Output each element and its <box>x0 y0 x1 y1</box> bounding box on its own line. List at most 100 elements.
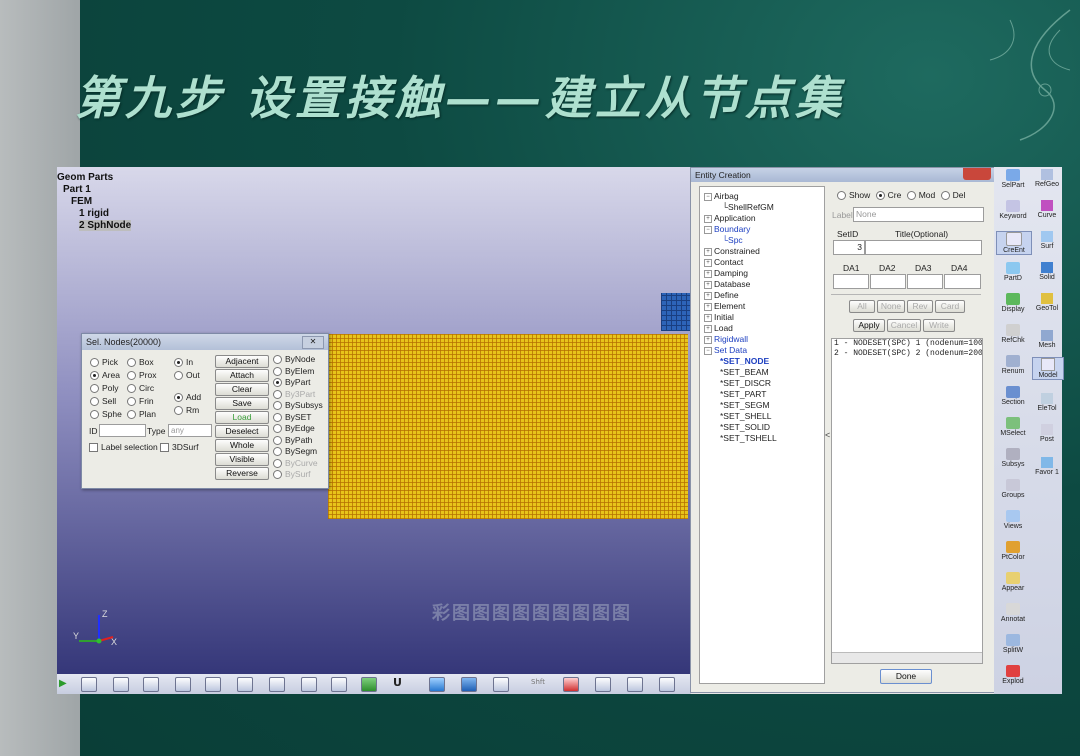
mselect-tool[interactable]: MSelect <box>996 417 1030 437</box>
da4-input[interactable] <box>944 274 981 289</box>
tree-item-rigid[interactable]: 1 rigid <box>57 208 131 220</box>
radio-byset[interactable]: BySET <box>273 412 323 424</box>
radio-area[interactable]: Area <box>90 369 122 382</box>
play-icon[interactable]: ▶ <box>59 678 67 689</box>
appear-tool[interactable]: Appear <box>996 572 1030 592</box>
model-tool[interactable]: Model <box>1032 357 1064 380</box>
view-icon-7[interactable] <box>269 677 285 692</box>
save-button[interactable]: Save <box>215 397 269 410</box>
views-tool[interactable]: Views <box>996 510 1030 530</box>
tree-boundary[interactable]: − Boundary <box>704 224 750 234</box>
tree-shellrefgm[interactable]: └ShellRefGM <box>722 202 774 212</box>
post-tool[interactable]: Post <box>1032 424 1062 443</box>
keyword-tree[interactable]: − Airbag └ShellRefGM + Application − Bounda… <box>699 186 825 684</box>
tree-set-tshell[interactable]: *SET_TSHELL <box>720 433 777 443</box>
tree-set-segm[interactable]: *SET_SEGM <box>720 400 770 410</box>
selpart-tool[interactable]: SelPart <box>996 169 1030 189</box>
rigid-part-mesh[interactable] <box>661 293 691 331</box>
da1-input[interactable] <box>833 274 869 289</box>
curve-tool[interactable]: Curve <box>1032 200 1062 219</box>
radio-by3part[interactable]: By3Part <box>273 389 323 401</box>
radio-add[interactable]: Add <box>174 391 201 404</box>
keyword-tool[interactable]: Keyword <box>996 200 1030 220</box>
whole-button[interactable]: Whole <box>215 439 269 452</box>
refgeo-tool[interactable]: RefGeo <box>1032 169 1062 188</box>
wire-icon[interactable] <box>493 677 509 692</box>
radio-in[interactable]: In <box>174 356 201 369</box>
tree-airbag[interactable]: − Airbag <box>704 191 739 201</box>
radio-bysegm[interactable]: BySegm <box>273 446 323 458</box>
groups-tool[interactable]: Groups <box>996 479 1030 499</box>
mesh-tool[interactable]: Mesh <box>1032 330 1062 349</box>
sph-node-mesh[interactable] <box>328 334 688 519</box>
cancel-button[interactable]: Cancel <box>887 319 921 332</box>
section-tool[interactable]: Section <box>996 386 1030 406</box>
view-icon-2[interactable] <box>113 677 129 692</box>
label-select[interactable]: None <box>853 207 984 222</box>
explod-tool[interactable]: Explod <box>996 665 1030 685</box>
done-button[interactable]: Done <box>880 669 932 684</box>
radio-bysurf[interactable]: BySurf <box>273 469 323 481</box>
radio-byedge[interactable]: ByEdge <box>273 423 323 435</box>
tree-constrained[interactable]: + Constrained <box>704 246 760 256</box>
view-icon-6[interactable] <box>237 677 253 692</box>
display-tool[interactable]: Display <box>996 293 1030 313</box>
ptcolor-tool[interactable]: PtColor <box>996 541 1030 561</box>
shade-icon[interactable] <box>429 677 445 692</box>
mode-del[interactable]: Del <box>940 190 965 201</box>
all-button[interactable]: All <box>849 300 875 313</box>
tree-item-fem[interactable]: FEM <box>57 196 131 208</box>
partd-tool[interactable]: PartD <box>996 262 1030 282</box>
id-input[interactable] <box>99 424 146 437</box>
radio-sell[interactable]: Sell <box>90 395 122 408</box>
setid-input[interactable]: 3 <box>833 240 865 255</box>
eraser-icon[interactable] <box>563 677 579 692</box>
apply-button[interactable]: Apply <box>853 319 885 332</box>
tree-rigidwall[interactable]: + Rigidwall <box>704 334 748 344</box>
u-button[interactable]: U <box>393 676 402 689</box>
solid-tool[interactable]: Solid <box>1032 262 1062 281</box>
radio-byelem[interactable]: ByElem <box>273 366 323 378</box>
tree-element[interactable]: + Element <box>704 301 745 311</box>
tree-contact[interactable]: + Contact <box>704 257 743 267</box>
select-nodes-dialog[interactable]: Sel. Nodes(20000) ✕ Pick Area Poly Sell … <box>81 333 329 489</box>
list-item[interactable]: 1 - NODESET(SPC) 1 (nodenum=100 <box>832 339 982 349</box>
tree-define[interactable]: + Define <box>704 290 739 300</box>
visible-button[interactable]: Visible <box>215 453 269 466</box>
favor1-tool[interactable]: Favor 1 <box>1032 457 1062 476</box>
radio-poly[interactable]: Poly <box>90 382 122 395</box>
annotat-tool[interactable]: Annotat <box>996 603 1030 623</box>
radio-plan[interactable]: Plan <box>127 408 156 421</box>
write-button[interactable]: Write <box>923 319 955 332</box>
entity-creation-titlebar[interactable]: Entity Creation <box>691 168 995 182</box>
entity-creation-panel[interactable]: Entity Creation − Airbag └ShellRefGM + App… <box>690 167 996 693</box>
tree-item-geom-parts[interactable]: Geom Parts <box>57 172 131 184</box>
renum-tool[interactable]: Renum <box>996 355 1030 375</box>
adjacent-button[interactable]: Adjacent <box>215 355 269 368</box>
load-button[interactable]: Load <box>215 411 269 424</box>
title-input[interactable] <box>865 240 982 255</box>
splitw-tool[interactable]: SplitW <box>996 634 1030 654</box>
clear-button[interactable]: Clear <box>215 383 269 396</box>
view-icon-9[interactable] <box>331 677 347 692</box>
rev-button[interactable]: Rev <box>907 300 933 313</box>
tree-initial[interactable]: + Initial <box>704 312 734 322</box>
radio-pick[interactable]: Pick <box>90 356 122 369</box>
view-icon-10[interactable] <box>361 677 377 692</box>
deselect-button[interactable]: Deselect <box>215 425 269 438</box>
radio-bypart[interactable]: ByPart <box>273 377 323 389</box>
view-icon-5[interactable] <box>205 677 221 692</box>
view-icon-4[interactable] <box>175 677 191 692</box>
tree-set-beam[interactable]: *SET_BEAM <box>720 367 769 377</box>
reverse-button[interactable]: Reverse <box>215 467 269 480</box>
close-icon[interactable] <box>963 168 991 180</box>
tree-set-data[interactable]: − Set Data <box>704 345 747 355</box>
radio-circ[interactable]: Circ <box>127 382 156 395</box>
radio-prox[interactable]: Prox <box>127 369 156 382</box>
tree-spc[interactable]: └Spc <box>722 235 743 245</box>
refchk-tool[interactable]: RefChk <box>996 324 1030 344</box>
tree-item-part[interactable]: Part 1 <box>57 184 131 196</box>
collapse-arrow-icon[interactable]: < <box>825 430 830 440</box>
tree-set-node[interactable]: *SET_NODE <box>720 356 769 366</box>
mode-mod[interactable]: Mod <box>906 190 935 201</box>
